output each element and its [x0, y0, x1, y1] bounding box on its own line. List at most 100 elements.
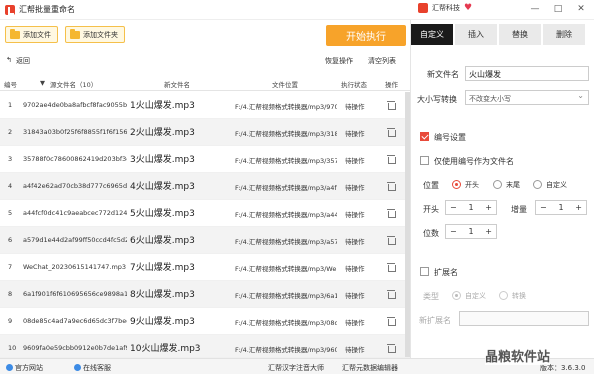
minus-icon[interactable]: −: [540, 203, 547, 212]
trash-icon[interactable]: [387, 235, 396, 245]
back-arrow-icon[interactable]: ↰: [6, 56, 12, 64]
position-radio-custom[interactable]: [533, 180, 542, 189]
extension-label: 扩展名: [434, 268, 458, 277]
table-row[interactable]: 1 9702ae4de0ba8afbcf8fac9055bai 1火山爆发.mp…: [0, 92, 410, 119]
trash-icon[interactable]: [387, 262, 396, 272]
brand-logo-icon: [418, 3, 428, 13]
minus-icon[interactable]: −: [450, 203, 457, 212]
minimize-button[interactable]: —: [528, 4, 542, 14]
table-row[interactable]: 5 a44fcf0dc41c9aeabcec772d1240( 5火山爆发.mp…: [0, 200, 410, 227]
trash-icon[interactable]: [387, 316, 396, 326]
trash-icon[interactable]: [387, 100, 396, 110]
website-link[interactable]: 官方网站: [6, 363, 43, 373]
digits-label: 位数: [423, 229, 439, 238]
chat-icon: [74, 364, 81, 371]
table-row[interactable]: 9 08de85c4ad7a9ec6d65dc3f7bed 9火山爆发.mp3 …: [0, 308, 410, 335]
new-name-label: 新文件名: [427, 70, 459, 79]
table-header: 编号 ▼ 源文件名（10） 新文件名 文件位置 执行状态 操作: [0, 77, 410, 91]
trash-icon[interactable]: [387, 208, 396, 218]
toolbar: 添加文件 添加文件夹 开始执行: [0, 20, 410, 50]
plus-icon[interactable]: +: [485, 203, 492, 212]
minus-icon[interactable]: −: [450, 227, 457, 236]
add-folder-button[interactable]: 添加文件夹: [65, 26, 125, 43]
position-option-end: 末尾: [506, 181, 520, 189]
col-orig[interactable]: 源文件名（10）: [50, 79, 97, 89]
type-label: 类型: [423, 292, 439, 301]
col-path: 文件位置: [272, 81, 298, 89]
position-option-start: 开头: [465, 181, 479, 189]
type-radio-custom[interactable]: [452, 291, 461, 300]
increment-label: 增量: [511, 205, 527, 214]
table-row[interactable]: 2 31843a03b0f25f6f8855f1f6f156 2火山爆发.mp3…: [0, 119, 410, 146]
extension-checkbox[interactable]: [420, 267, 429, 276]
case-label: 大小写转换: [417, 95, 457, 104]
service-link[interactable]: 在线客服: [74, 363, 111, 373]
brand-area: 汇帮科技 ♥: [418, 3, 472, 13]
globe-icon: [6, 364, 13, 371]
only-number-checkbox[interactable]: [420, 156, 429, 165]
position-option-custom: 自定义: [546, 181, 567, 189]
increment-value: 1: [558, 203, 564, 212]
col-status: 执行状态: [341, 81, 367, 89]
start-label: 开头: [423, 205, 439, 214]
table-row[interactable]: 3 35788f0c78600862419d203bf3e5 3火山爆发.mp3…: [0, 146, 410, 173]
only-number-label: 仅使用编号作为文件名: [434, 157, 514, 166]
numbering-checkbox[interactable]: [420, 132, 429, 141]
digits-stepper[interactable]: − 1 +: [445, 224, 497, 239]
table-row[interactable]: 4 a4f42e62ad70cb38d777c6965d3 4火山爆发.mp3 …: [0, 173, 410, 200]
start-value: 1: [468, 203, 474, 212]
sub-toolbar: ↰ 返回 恢复操作 清空列表: [0, 54, 410, 68]
folder-icon: [70, 28, 80, 39]
back-button[interactable]: 返回: [16, 56, 30, 66]
trash-icon[interactable]: [387, 181, 396, 191]
type-radio-convert[interactable]: [499, 291, 508, 300]
tab-custom[interactable]: 自定义: [411, 24, 453, 45]
start-button[interactable]: 开始执行: [326, 25, 406, 46]
panel-tabs: 自定义 插入 替换 删除: [411, 24, 585, 45]
promo-link-1[interactable]: 汇帮汉字注音大师: [268, 363, 324, 373]
tab-delete[interactable]: 删除: [543, 24, 585, 45]
close-button[interactable]: ✕: [574, 4, 588, 14]
watermark: 晶粮软件站: [485, 346, 551, 365]
case-select[interactable]: 不改变大小写: [465, 90, 589, 105]
heart-icon[interactable]: ♥: [464, 3, 472, 13]
add-file-label: 添加文件: [23, 30, 51, 39]
col-no: 编号: [4, 81, 17, 89]
digits-value: 1: [468, 227, 474, 236]
start-stepper[interactable]: − 1 +: [445, 200, 497, 215]
app-logo-icon: [5, 4, 15, 15]
add-folder-label: 添加文件夹: [83, 30, 118, 39]
tab-insert[interactable]: 插入: [455, 24, 497, 45]
add-file-button[interactable]: 添加文件: [5, 26, 58, 43]
trash-icon[interactable]: [387, 154, 396, 164]
plus-icon[interactable]: +: [485, 227, 492, 236]
col-new: 新文件名: [164, 81, 190, 89]
col-action: 操作: [385, 81, 398, 89]
trash-icon[interactable]: [387, 289, 396, 299]
title-bar: 汇帮批量重命名 汇帮科技 ♥ — □ ✕: [0, 0, 594, 20]
trash-icon[interactable]: [387, 127, 396, 137]
brand-name: 汇帮科技: [432, 4, 460, 12]
trash-icon[interactable]: [387, 343, 396, 353]
increment-stepper[interactable]: − 1 +: [535, 200, 587, 215]
table-row[interactable]: 10 9609fa0e59cbb0912e0b7de1af9€ 10火山爆发.m…: [0, 335, 410, 358]
folder-icon: [10, 28, 20, 39]
table-row[interactable]: 8 6a1f901f6f610695656ce9898a13 8火山爆发.mp3…: [0, 281, 410, 308]
new-name-input[interactable]: 火山爆发: [465, 66, 589, 81]
table-row[interactable]: 7 WeChat_20230615141747.mp3 7火山爆发.mp3 F:…: [0, 254, 410, 281]
position-radio-end[interactable]: [493, 180, 502, 189]
tab-replace[interactable]: 替换: [499, 24, 541, 45]
promo-link-2[interactable]: 汇帮元数据编辑器: [342, 363, 398, 373]
clear-list-button[interactable]: 清空列表: [368, 56, 396, 66]
numbering-label: 编号设置: [434, 133, 466, 142]
settings-panel: 自定义 插入 替换 删除 新文件名 火山爆发 大小写转换 不改变大小写 编号设置…: [410, 20, 594, 358]
restore-button[interactable]: 恢复操作: [325, 56, 353, 66]
position-label: 位置: [423, 181, 439, 190]
maximize-button[interactable]: □: [551, 4, 565, 14]
new-ext-input[interactable]: [459, 311, 589, 326]
type-option-convert: 转换: [512, 292, 526, 300]
plus-icon[interactable]: +: [575, 203, 582, 212]
position-radio-start[interactable]: [452, 180, 461, 189]
sort-icon[interactable]: ▼: [40, 79, 45, 87]
table-row[interactable]: 6 a579d1e44d2af99ff50ccd4fc5d2 6火山爆发.mp3…: [0, 227, 410, 254]
